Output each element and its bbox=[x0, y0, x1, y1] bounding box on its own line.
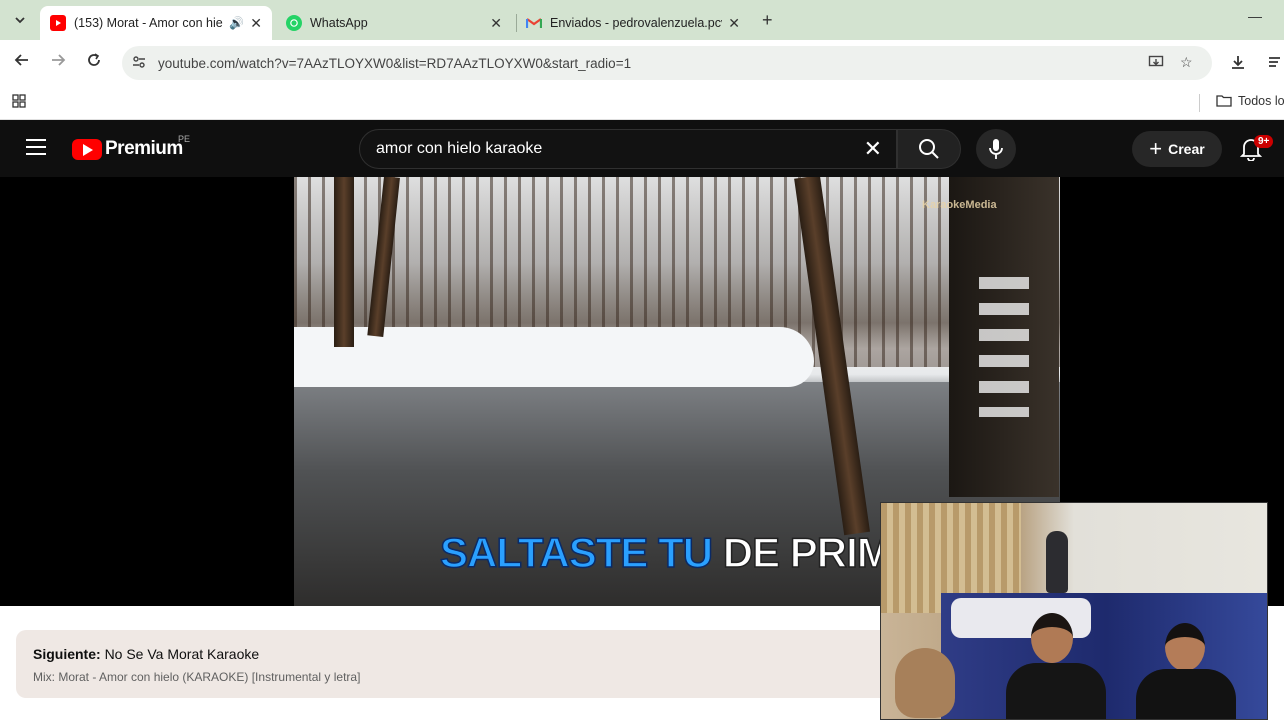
tab-whatsapp[interactable]: WhatsApp ✕ bbox=[276, 6, 512, 40]
new-tab-icon[interactable]: + bbox=[762, 10, 773, 31]
search-button[interactable] bbox=[897, 129, 961, 169]
webcam-overlay bbox=[880, 502, 1268, 720]
tab-gmail[interactable]: Enviados - pedrovalenzuela.pcv ✕ bbox=[516, 6, 750, 40]
up-next-title-line: Siguiente: No Se Va Morat Karaoke bbox=[33, 646, 259, 662]
brand-text: Premium bbox=[105, 138, 183, 159]
up-next-title: No Se Va Morat Karaoke bbox=[104, 646, 260, 662]
search-query: amor con hielo karaoke bbox=[376, 140, 543, 157]
snow-bank bbox=[294, 327, 814, 387]
bookmarks-bar: Todos lo bbox=[0, 86, 1284, 120]
mix-title: Mix: Morat - Amor con hielo (KARAOKE) [I… bbox=[33, 670, 361, 684]
statue bbox=[1046, 531, 1068, 593]
close-tab-icon[interactable]: ✕ bbox=[728, 15, 740, 32]
folder-icon bbox=[1216, 95, 1232, 107]
microphone-icon bbox=[989, 139, 1003, 159]
youtube-play-icon bbox=[72, 138, 102, 160]
all-bookmarks-folder[interactable]: Todos lo bbox=[1216, 94, 1284, 108]
whatsapp-icon bbox=[286, 15, 302, 31]
up-next-card[interactable]: Siguiente: No Se Va Morat Karaoke Mix: M… bbox=[16, 630, 896, 698]
notification-badge: 9+ bbox=[1254, 135, 1274, 148]
all-bookmarks-label: Todos lo bbox=[1238, 94, 1284, 108]
lyric-sung: SALTASTE TU bbox=[439, 528, 714, 577]
karaoke-lyric-line: SALTASTE TU DE PRIMER bbox=[439, 528, 949, 577]
region-code: PE bbox=[178, 134, 191, 144]
youtube-icon bbox=[50, 15, 66, 31]
forward-icon[interactable] bbox=[50, 52, 66, 73]
close-tab-icon[interactable]: ✕ bbox=[490, 15, 502, 32]
tab-title: Enviados - pedrovalenzuela.pcv bbox=[550, 16, 723, 30]
address-bar[interactable]: youtube.com/watch?v=7AAzTLOYXW0&list=RD7… bbox=[122, 46, 1212, 80]
bookmark-star-icon[interactable]: ☆ bbox=[1180, 54, 1193, 71]
create-label: Crear bbox=[1168, 141, 1205, 157]
person-right bbox=[1131, 623, 1241, 719]
tab-title: (153) Morat - Amor con hie bbox=[74, 16, 223, 30]
tab-youtube[interactable]: (153) Morat - Amor con hie 🔊 ✕ bbox=[40, 6, 272, 40]
teddy-bear bbox=[895, 648, 955, 718]
browser-tab-strip: (153) Morat - Amor con hie 🔊 ✕ WhatsApp … bbox=[0, 0, 1284, 40]
youtube-header: Premium PE amor con hielo karaoke ✕ + Cr… bbox=[0, 121, 1284, 177]
browser-toolbar: youtube.com/watch?v=7AAzTLOYXW0&list=RD7… bbox=[0, 40, 1284, 86]
tree-trunk bbox=[334, 177, 354, 347]
site-settings-icon[interactable] bbox=[132, 55, 150, 72]
menu-icon[interactable] bbox=[26, 139, 46, 155]
search-icon bbox=[919, 139, 939, 159]
apps-grid-icon[interactable] bbox=[12, 94, 26, 111]
back-icon[interactable] bbox=[14, 52, 30, 73]
install-app-icon[interactable] bbox=[1148, 54, 1164, 73]
person-left bbox=[1001, 613, 1111, 719]
plus-icon: + bbox=[1149, 136, 1163, 161]
voice-search-button[interactable] bbox=[976, 129, 1016, 169]
speaker-icon[interactable]: 🔊 bbox=[229, 16, 244, 30]
channel-watermark: KaraokeMedia bbox=[922, 199, 997, 211]
reading-list-icon[interactable] bbox=[1268, 54, 1284, 74]
download-icon[interactable] bbox=[1230, 54, 1246, 74]
chevron-down-icon bbox=[15, 17, 25, 24]
gmail-icon bbox=[526, 15, 542, 31]
search-input[interactable]: amor con hielo karaoke ✕ bbox=[359, 129, 897, 169]
close-tab-icon[interactable]: ✕ bbox=[250, 15, 262, 32]
reload-icon[interactable] bbox=[86, 52, 102, 73]
tab-search-button[interactable] bbox=[8, 8, 32, 32]
create-button[interactable]: + Crear bbox=[1132, 131, 1222, 167]
snowy-tree-trunk bbox=[949, 177, 1059, 497]
clear-search-icon[interactable]: ✕ bbox=[864, 136, 882, 162]
up-next-label: Siguiente: bbox=[33, 646, 101, 662]
youtube-logo[interactable]: Premium PE bbox=[72, 134, 190, 160]
tab-title: WhatsApp bbox=[310, 16, 368, 30]
minimize-icon[interactable]: — bbox=[1248, 8, 1262, 24]
bookmarks-divider bbox=[1199, 94, 1200, 112]
url-text: youtube.com/watch?v=7AAzTLOYXW0&list=RD7… bbox=[158, 55, 632, 71]
